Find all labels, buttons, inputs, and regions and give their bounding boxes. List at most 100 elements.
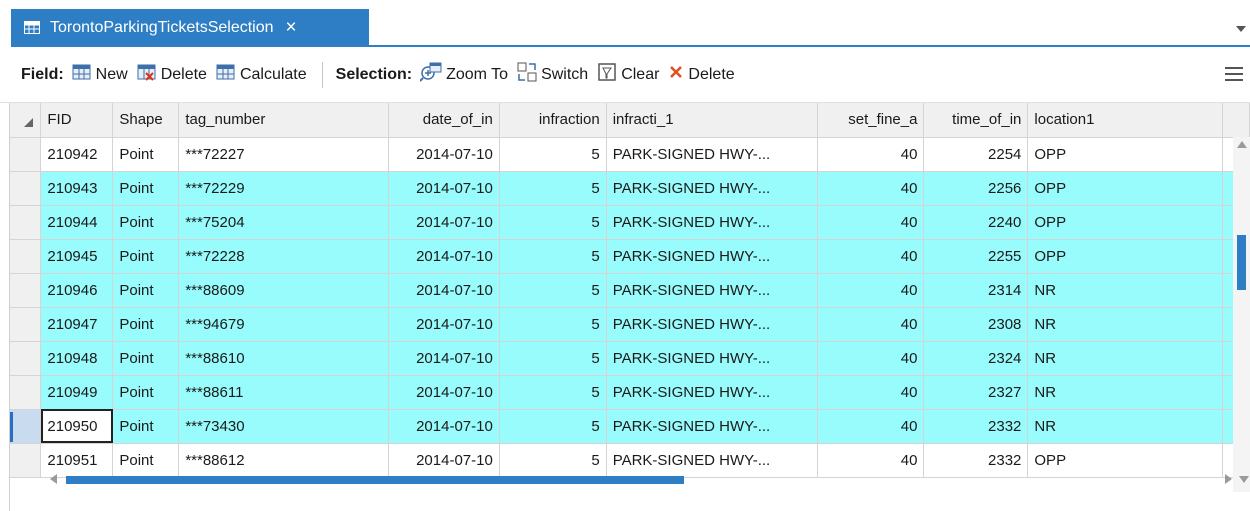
field-delete-button[interactable]: Delete — [137, 63, 207, 86]
cell-infracti-1[interactable]: PARK-SIGNED HWY-... — [606, 171, 818, 206]
cell-infraction[interactable]: 5 — [499, 375, 607, 410]
cell-date-of-in[interactable]: 2014-07-10 — [388, 409, 500, 444]
cell-shape[interactable]: Point — [112, 375, 180, 410]
menu-icon[interactable] — [1225, 67, 1243, 83]
cell-shape[interactable]: Point — [112, 307, 180, 342]
cell-set-fine-a[interactable]: 40 — [817, 239, 925, 274]
cell-infracti-1[interactable]: PARK-SIGNED HWY-... — [606, 273, 818, 308]
cell-infraction[interactable]: 5 — [499, 239, 607, 274]
tab-table-view[interactable]: TorontoParkingTicketsSelection × — [11, 9, 369, 46]
column-header-fid[interactable]: FID — [40, 103, 114, 138]
table-row[interactable]: 210949 Point ***88611 2014-07-10 5 PARK-SIGNE… — [10, 375, 1250, 410]
row-header[interactable] — [10, 137, 42, 172]
cell-infracti-1[interactable]: PARK-SIGNED HWY-... — [606, 341, 818, 376]
cell-set-fine-a[interactable]: 40 — [817, 137, 925, 172]
cell-tag-number[interactable]: ***75204 — [178, 205, 389, 240]
table-row[interactable]: 210944 Point ***75204 2014-07-10 5 PARK-SIGNE… — [10, 205, 1250, 240]
row-header[interactable] — [10, 239, 42, 274]
cell-time-of-in[interactable]: 2314 — [923, 273, 1029, 308]
row-header[interactable] — [10, 375, 42, 410]
scroll-up-icon[interactable] — [1237, 141, 1247, 148]
cell-infracti-1[interactable]: PARK-SIGNED HWY-... — [606, 205, 818, 240]
cell-time-of-in[interactable]: 2240 — [923, 205, 1029, 240]
cell-infraction[interactable]: 5 — [499, 205, 607, 240]
cell-date-of-in[interactable]: 2014-07-10 — [388, 273, 500, 308]
scroll-right-icon[interactable] — [1225, 474, 1232, 484]
cell-time-of-in[interactable]: 2255 — [923, 239, 1029, 274]
cell-infraction[interactable]: 5 — [499, 409, 607, 444]
cell-location1[interactable]: NR — [1027, 273, 1223, 308]
cell-infraction[interactable]: 5 — [499, 137, 607, 172]
table-row[interactable]: 210946 Point ***88609 2014-07-10 5 PARK-SIGNE… — [10, 273, 1250, 308]
cell-date-of-in[interactable]: 2014-07-10 — [388, 307, 500, 342]
column-header-shape[interactable]: Shape — [112, 103, 180, 138]
cell-tag-number[interactable]: ***88609 — [178, 273, 389, 308]
cell-fid[interactable]: 210945 — [40, 239, 114, 274]
clear-selection-button[interactable]: Clear — [597, 62, 659, 87]
table-row[interactable]: 210950 Point ***73430 2014-07-10 5 PARK-SIGNE… — [10, 409, 1250, 444]
cell-tag-number[interactable]: ***72229 — [178, 171, 389, 206]
cell-time-of-in[interactable]: 2327 — [923, 375, 1029, 410]
table-row[interactable]: 210943 Point ***72229 2014-07-10 5 PARK-SIGNE… — [10, 171, 1250, 206]
column-header-time-of-in[interactable]: time_of_in — [923, 103, 1029, 138]
cell-fid[interactable]: 210950 — [40, 409, 114, 444]
switch-selection-button[interactable]: Switch — [517, 62, 588, 87]
cell-fid[interactable]: 210943 — [40, 171, 114, 206]
cell-infracti-1[interactable]: PARK-SIGNED HWY-... — [606, 375, 818, 410]
cell-infraction[interactable]: 5 — [499, 341, 607, 376]
cell-tag-number[interactable]: ***72228 — [178, 239, 389, 274]
cell-fid[interactable]: 210947 — [40, 307, 114, 342]
cell-date-of-in[interactable]: 2014-07-10 — [388, 239, 500, 274]
cell-infracti-1[interactable]: PARK-SIGNED HWY-... — [606, 409, 818, 444]
column-header-infracti-1[interactable]: infracti_1 — [606, 103, 818, 138]
cell-tag-number[interactable]: ***94679 — [178, 307, 389, 342]
cell-date-of-in[interactable]: 2014-07-10 — [388, 205, 500, 240]
row-header[interactable] — [10, 205, 42, 240]
scroll-left-icon[interactable] — [50, 474, 57, 484]
cell-time-of-in[interactable]: 2308 — [923, 307, 1029, 342]
field-new-button[interactable]: New — [72, 63, 128, 86]
tab-menu-chevron-down-icon[interactable] — [1236, 26, 1246, 32]
table-row[interactable]: 210947 Point ***94679 2014-07-10 5 PARK-SIGNE… — [10, 307, 1250, 342]
cell-fid[interactable]: 210949 — [40, 375, 114, 410]
cell-infraction[interactable]: 5 — [499, 307, 607, 342]
cell-location1[interactable]: OPP — [1027, 205, 1223, 240]
cell-shape[interactable]: Point — [112, 205, 180, 240]
cell-set-fine-a[interactable]: 40 — [817, 409, 925, 444]
cell-infraction[interactable]: 5 — [499, 171, 607, 206]
zoom-to-button[interactable]: Zoom To — [419, 62, 508, 87]
cell-location1[interactable]: NR — [1027, 341, 1223, 376]
cell-set-fine-a[interactable]: 40 — [817, 307, 925, 342]
cell-location1[interactable]: OPP — [1027, 239, 1223, 274]
cell-tag-number[interactable]: ***73430 — [178, 409, 389, 444]
cell-infracti-1[interactable]: PARK-SIGNED HWY-... — [606, 137, 818, 172]
cell-location1[interactable]: NR — [1027, 409, 1223, 444]
table-corner[interactable] — [10, 103, 42, 138]
cell-tag-number[interactable]: ***72227 — [178, 137, 389, 172]
table-row[interactable]: 210945 Point ***72228 2014-07-10 5 PARK-SIGNE… — [10, 239, 1250, 274]
cell-fid[interactable]: 210948 — [40, 341, 114, 376]
cell-shape[interactable]: Point — [112, 409, 180, 444]
field-calculate-button[interactable]: Calculate — [216, 63, 307, 86]
column-header-date-of-in[interactable]: date_of_in — [388, 103, 500, 138]
cell-location1[interactable]: NR — [1027, 307, 1223, 342]
delete-selected-button[interactable]: Delete — [668, 64, 735, 85]
horizontal-scrollbar[interactable] — [10, 471, 1250, 485]
cell-location1[interactable]: OPP — [1027, 171, 1223, 206]
cell-shape[interactable]: Point — [112, 137, 180, 172]
vertical-scroll-thumb[interactable] — [1237, 235, 1246, 290]
cell-date-of-in[interactable]: 2014-07-10 — [388, 341, 500, 376]
cell-time-of-in[interactable]: 2256 — [923, 171, 1029, 206]
cell-time-of-in[interactable]: 2254 — [923, 137, 1029, 172]
table-row[interactable]: 210942 Point ***72227 2014-07-10 5 PARK-SIGNE… — [10, 137, 1250, 172]
cell-tag-number[interactable]: ***88611 — [178, 375, 389, 410]
cell-shape[interactable]: Point — [112, 341, 180, 376]
column-header-set-fine-a[interactable]: set_fine_a — [817, 103, 925, 138]
cell-set-fine-a[interactable]: 40 — [817, 375, 925, 410]
row-header[interactable] — [10, 273, 42, 308]
cell-time-of-in[interactable]: 2324 — [923, 341, 1029, 376]
row-header[interactable] — [10, 409, 42, 444]
column-header-infraction[interactable]: infraction — [499, 103, 607, 138]
close-icon[interactable]: × — [286, 18, 297, 37]
cell-fid[interactable]: 210944 — [40, 205, 114, 240]
